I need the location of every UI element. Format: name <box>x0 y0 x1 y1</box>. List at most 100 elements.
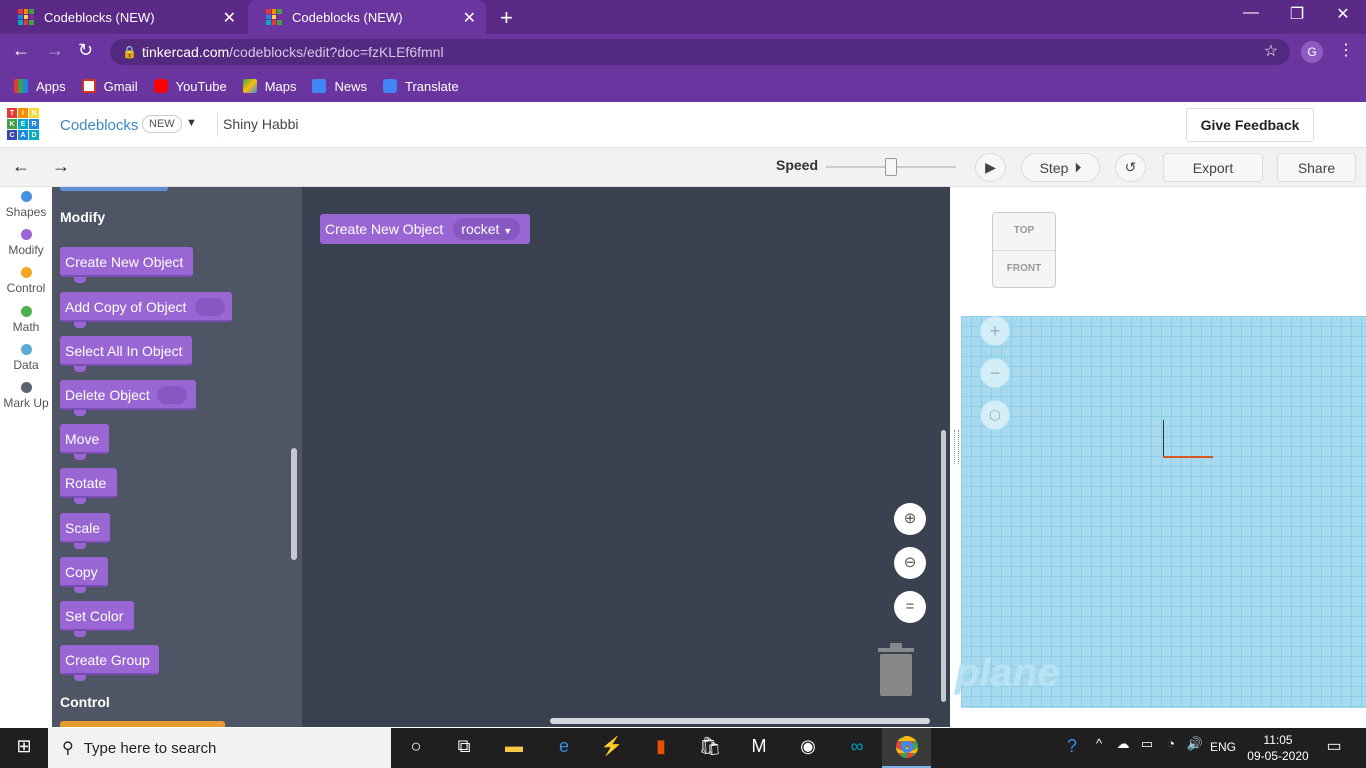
chrome-taskbar-item[interactable] <box>882 728 931 768</box>
category-dot-icon <box>20 191 32 202</box>
flyout-scrollbar[interactable] <box>291 448 297 560</box>
task-view-icon[interactable]: ⧉ <box>450 736 478 757</box>
zoom-reset-icon[interactable]: = <box>894 591 926 623</box>
block-input-slot[interactable] <box>195 298 225 316</box>
tinkercad-logo[interactable]: T I N K E R C A D <box>7 108 39 140</box>
step-label: Step <box>1039 159 1069 176</box>
close-tab-icon[interactable]: ✕ <box>463 8 476 28</box>
block-scale[interactable]: Scale <box>60 513 110 549</box>
play-button[interactable]: ▶ <box>975 153 1006 182</box>
bookmark-star-icon[interactable]: ☆ <box>1264 39 1278 65</box>
fit-view-icon[interactable]: ⬡ <box>980 400 1010 430</box>
block-add-copy-of-object[interactable]: Add Copy of Object <box>60 292 232 328</box>
bookmark-news[interactable]: News <box>312 79 367 94</box>
bookmark-translate[interactable]: Translate <box>383 79 459 94</box>
minimize-icon[interactable]: — <box>1228 4 1274 22</box>
mcafee-icon[interactable]: M <box>745 736 773 757</box>
workplane-grid[interactable] <box>961 316 1366 708</box>
block-input-slot[interactable] <box>157 386 187 404</box>
block-rotate[interactable]: Rotate <box>60 468 117 504</box>
taskbar-clock[interactable]: 11:05 09-05-2020 <box>1242 732 1314 764</box>
browser-tab[interactable]: Codeblocks (NEW) ✕ <box>0 0 246 34</box>
cortana-icon[interactable]: ○ <box>402 736 430 757</box>
category-dot-icon <box>20 229 32 240</box>
app-icon[interactable]: ⚡ <box>598 736 626 757</box>
profile-avatar[interactable]: G <box>1301 41 1323 63</box>
category-math[interactable]: Math <box>0 306 52 334</box>
file-explorer-icon[interactable]: ▬ <box>500 736 528 757</box>
give-feedback-button[interactable]: Give Feedback <box>1186 108 1314 142</box>
view-cube-top[interactable]: TOP <box>993 213 1055 251</box>
url-host: tinkercad.com <box>142 44 230 60</box>
camera-icon[interactable]: ◉ <box>794 736 822 757</box>
trash-icon[interactable] <box>876 642 916 698</box>
project-name[interactable]: Shiny Habbi <box>223 116 299 132</box>
close-window-icon[interactable]: ✕ <box>1320 4 1366 24</box>
block-delete-object[interactable]: Delete Object <box>60 380 196 416</box>
category-control[interactable]: Control <box>0 267 52 295</box>
chevron-down-icon[interactable]: ▼ <box>186 117 197 129</box>
language-indicator[interactable]: ENG <box>1210 740 1236 754</box>
bookmark-youtube[interactable]: YouTube <box>153 79 227 94</box>
arduino-icon[interactable]: ∞ <box>843 736 871 757</box>
block-connector <box>74 410 86 416</box>
object-dropdown[interactable]: rocket ▼ <box>453 218 521 240</box>
view-cube-front[interactable]: FRONT <box>993 251 1055 287</box>
taskbar-search[interactable]: ⚲ Type here to search <box>48 728 391 768</box>
office-icon[interactable]: ▮ <box>647 736 675 757</box>
block-create-new-object[interactable]: Create New Object <box>60 247 193 283</box>
logo-letter: A <box>18 130 28 140</box>
viewport-zoom-out-icon[interactable]: − <box>980 358 1010 388</box>
bookmark-gmail[interactable]: Gmail <box>81 79 138 94</box>
category-shapes[interactable]: Shapes <box>0 191 52 219</box>
export-button[interactable]: Export <box>1163 153 1263 182</box>
step-button[interactable]: Step ⏵ <box>1021 153 1100 182</box>
block-set-color[interactable]: Set Color <box>60 601 134 637</box>
share-button[interactable]: Share <box>1277 153 1356 182</box>
workspace-vertical-scrollbar[interactable] <box>941 430 946 702</box>
toolbar <box>0 148 1366 187</box>
windows-start-icon[interactable]: ⊞ <box>10 736 38 757</box>
speed-slider-handle[interactable] <box>885 158 897 176</box>
viewport-zoom-in-icon[interactable]: + <box>980 316 1010 346</box>
browser-menu-icon[interactable]: ⋮ <box>1338 40 1354 60</box>
category-data[interactable]: Data <box>0 344 52 372</box>
notifications-icon[interactable]: ▭ <box>1320 736 1348 756</box>
block-connector <box>74 675 86 681</box>
close-tab-icon[interactable]: ✕ <box>223 8 236 28</box>
undo-icon[interactable]: ← <box>12 156 30 177</box>
block-connector <box>74 322 86 328</box>
zoom-in-icon[interactable]: ⊕ <box>894 503 926 535</box>
back-icon[interactable]: ← <box>12 40 30 61</box>
reload-icon[interactable]: ↻ <box>78 40 93 61</box>
restart-button[interactable]: ↺ <box>1115 153 1146 182</box>
block-copy[interactable]: Copy <box>60 557 108 593</box>
workspace-horizontal-scrollbar[interactable] <box>550 718 930 724</box>
forward-icon[interactable]: → <box>46 40 64 61</box>
control-block-edge <box>60 721 225 727</box>
redo-icon[interactable]: → <box>52 156 70 177</box>
block-create-group[interactable]: Create Group <box>60 645 159 681</box>
volume-icon[interactable]: 🔊 <box>1181 736 1209 752</box>
bookmark-maps[interactable]: Maps <box>242 79 296 94</box>
category-modify[interactable]: Modify <box>0 229 52 257</box>
browser-tab-active[interactable]: Codeblocks (NEW) ✕ <box>248 0 486 34</box>
block-move[interactable]: Move <box>60 424 109 460</box>
play-icon: ▶ <box>985 159 996 175</box>
help-icon[interactable]: ? <box>1058 736 1086 757</box>
resize-handle[interactable] <box>954 430 959 464</box>
store-icon[interactable]: 🛍 <box>696 736 724 757</box>
category-mark-up[interactable]: Mark Up <box>0 382 52 410</box>
view-cube[interactable]: TOP FRONT <box>992 212 1056 288</box>
edge-icon[interactable]: e <box>550 736 578 757</box>
restore-icon[interactable]: ❐ <box>1274 4 1320 24</box>
bookmark-apps[interactable]: Apps <box>14 79 66 94</box>
workplane-label: plane <box>955 651 1060 695</box>
new-tab-button[interactable]: + <box>500 5 513 31</box>
url-field[interactable]: 🔒 tinkercad.com/codeblocks/edit?doc=fzKL… <box>110 39 1290 65</box>
lock-icon: 🔒 <box>122 45 137 59</box>
workspace-block-create-new-object[interactable]: Create New Object rocket ▼ <box>320 214 531 244</box>
code-workspace[interactable] <box>302 187 950 727</box>
block-select-all-in-object[interactable]: Select All In Object <box>60 336 192 372</box>
zoom-out-icon[interactable]: ⊖ <box>894 547 926 579</box>
